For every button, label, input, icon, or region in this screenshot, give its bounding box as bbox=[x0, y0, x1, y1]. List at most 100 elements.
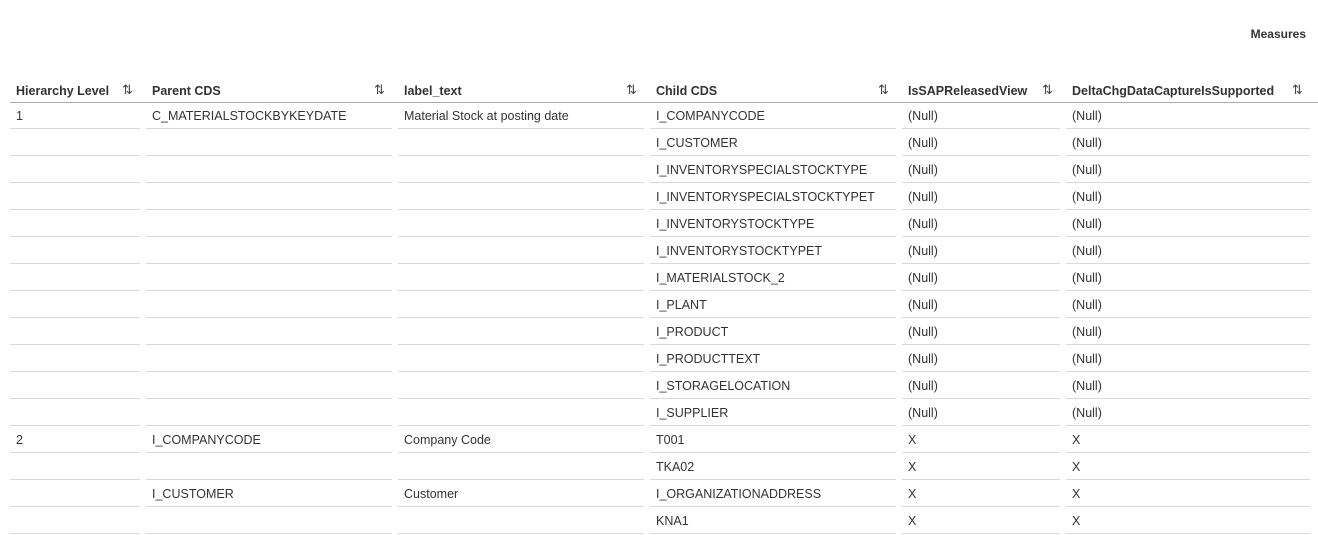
is-sap-released-view-cell: (Null) bbox=[902, 184, 1060, 210]
child-cds-cell: I_INVENTORYSPECIALSTOCKTYPE bbox=[650, 157, 896, 183]
child-cds-cell: I_STORAGELOCATION bbox=[650, 373, 896, 399]
parent-cds-cell: C_MATERIALSTOCKBYKEYDATE bbox=[146, 103, 392, 129]
column-header-delta-chg-data-capture[interactable]: DeltaChgDataCaptureIsSupported bbox=[1072, 84, 1274, 98]
sort-icon[interactable]: ⇅ bbox=[878, 82, 889, 98]
child-cds-cell: I_INVENTORYSPECIALSTOCKTYPET bbox=[650, 184, 896, 210]
is-sap-released-view-cell: (Null) bbox=[902, 265, 1060, 291]
table-row: I_INVENTORYSPECIALSTOCKTYPE (Null) (Null) bbox=[10, 157, 1318, 184]
hierarchy-level-cell: 1 bbox=[10, 103, 140, 129]
table-row: 1 C_MATERIALSTOCKBYKEYDATE Material Stock … bbox=[10, 103, 1318, 130]
label-text-cell: Customer bbox=[398, 481, 644, 507]
delta-chg-data-capture-cell: (Null) bbox=[1066, 238, 1310, 264]
column-header-label-text[interactable]: label_text bbox=[404, 84, 462, 98]
label-text-cell bbox=[398, 292, 644, 318]
parent-cds-cell bbox=[146, 130, 392, 156]
label-text-cell: Company Code bbox=[398, 427, 644, 453]
delta-chg-data-capture-cell: (Null) bbox=[1066, 373, 1310, 399]
label-text-cell bbox=[398, 130, 644, 156]
table-row: I_INVENTORYSTOCKTYPET (Null) (Null) bbox=[10, 238, 1318, 265]
hierarchy-level-cell bbox=[10, 454, 140, 480]
data-table: Hierarchy Level ⇅ Parent CDS ⇅ label_tex… bbox=[10, 80, 1318, 535]
parent-cds-cell bbox=[146, 346, 392, 372]
sort-icon[interactable]: ⇅ bbox=[1042, 82, 1053, 98]
column-header-is-sap-released-view[interactable]: IsSAPReleasedView bbox=[908, 84, 1027, 98]
table-row: KNA1 X X bbox=[10, 508, 1318, 535]
delta-chg-data-capture-cell: (Null) bbox=[1066, 292, 1310, 318]
hierarchy-level-cell: 2 bbox=[10, 427, 140, 453]
parent-cds-cell bbox=[146, 211, 392, 237]
is-sap-released-view-cell: (Null) bbox=[902, 346, 1060, 372]
table-row: I_CUSTOMER (Null) (Null) bbox=[10, 130, 1318, 157]
parent-cds-cell: I_CUSTOMER bbox=[146, 481, 392, 507]
is-sap-released-view-cell: (Null) bbox=[902, 157, 1060, 183]
parent-cds-cell bbox=[146, 292, 392, 318]
hierarchy-level-cell bbox=[10, 346, 140, 372]
table-header: Hierarchy Level ⇅ Parent CDS ⇅ label_tex… bbox=[10, 80, 1318, 103]
sort-icon[interactable]: ⇅ bbox=[374, 82, 385, 98]
column-header-parent-cds[interactable]: Parent CDS bbox=[152, 84, 221, 98]
delta-chg-data-capture-cell: (Null) bbox=[1066, 319, 1310, 345]
sort-icon[interactable]: ⇅ bbox=[1292, 82, 1303, 98]
is-sap-released-view-cell: (Null) bbox=[902, 400, 1060, 426]
table-row: I_INVENTORYSTOCKTYPE (Null) (Null) bbox=[10, 211, 1318, 238]
label-text-cell bbox=[398, 508, 644, 534]
is-sap-released-view-cell: (Null) bbox=[902, 211, 1060, 237]
column-header-child-cds[interactable]: Child CDS bbox=[656, 84, 717, 98]
child-cds-cell: I_COMPANYCODE bbox=[650, 103, 896, 129]
delta-chg-data-capture-cell: (Null) bbox=[1066, 184, 1310, 210]
hierarchy-level-cell bbox=[10, 211, 140, 237]
table-row: I_PRODUCT (Null) (Null) bbox=[10, 319, 1318, 346]
sort-icon[interactable]: ⇅ bbox=[122, 82, 133, 98]
label-text-cell bbox=[398, 157, 644, 183]
parent-cds-cell bbox=[146, 265, 392, 291]
is-sap-released-view-cell: (Null) bbox=[902, 238, 1060, 264]
table-body: 1 C_MATERIALSTOCKBYKEYDATE Material Stock … bbox=[10, 103, 1318, 535]
is-sap-released-view-cell: X bbox=[902, 481, 1060, 507]
child-cds-cell: I_INVENTORYSTOCKTYPE bbox=[650, 211, 896, 237]
label-text-cell: Material Stock at posting date bbox=[398, 103, 644, 129]
child-cds-cell: KNA1 bbox=[650, 508, 896, 534]
hierarchy-level-cell bbox=[10, 481, 140, 507]
child-cds-cell: TKA02 bbox=[650, 454, 896, 480]
delta-chg-data-capture-cell: X bbox=[1066, 454, 1310, 480]
child-cds-cell: I_PLANT bbox=[650, 292, 896, 318]
delta-chg-data-capture-cell: X bbox=[1066, 427, 1310, 453]
delta-chg-data-capture-cell: (Null) bbox=[1066, 130, 1310, 156]
parent-cds-cell: I_COMPANYCODE bbox=[146, 427, 392, 453]
parent-cds-cell bbox=[146, 400, 392, 426]
is-sap-released-view-cell: (Null) bbox=[902, 319, 1060, 345]
delta-chg-data-capture-cell: (Null) bbox=[1066, 211, 1310, 237]
parent-cds-cell bbox=[146, 319, 392, 345]
hierarchy-level-cell bbox=[10, 508, 140, 534]
table-row: I_INVENTORYSPECIALSTOCKTYPET (Null) (Null) bbox=[10, 184, 1318, 211]
hierarchy-level-cell bbox=[10, 400, 140, 426]
sort-icon[interactable]: ⇅ bbox=[626, 82, 637, 98]
delta-chg-data-capture-cell: X bbox=[1066, 481, 1310, 507]
hierarchy-level-cell bbox=[10, 292, 140, 318]
delta-chg-data-capture-cell: (Null) bbox=[1066, 265, 1310, 291]
table-row: I_SUPPLIER (Null) (Null) bbox=[10, 400, 1318, 427]
hierarchy-level-cell bbox=[10, 265, 140, 291]
label-text-cell bbox=[398, 184, 644, 210]
column-header-hierarchy-level[interactable]: Hierarchy Level bbox=[16, 84, 109, 98]
label-text-cell bbox=[398, 211, 644, 237]
is-sap-released-view-cell: (Null) bbox=[902, 103, 1060, 129]
table-row: I_PRODUCTTEXT (Null) (Null) bbox=[10, 346, 1318, 373]
child-cds-cell: T001 bbox=[650, 427, 896, 453]
delta-chg-data-capture-cell: (Null) bbox=[1066, 400, 1310, 426]
table-row: I_PLANT (Null) (Null) bbox=[10, 292, 1318, 319]
is-sap-released-view-cell: X bbox=[902, 508, 1060, 534]
is-sap-released-view-cell: X bbox=[902, 454, 1060, 480]
parent-cds-cell bbox=[146, 184, 392, 210]
label-text-cell bbox=[398, 238, 644, 264]
hierarchy-level-cell bbox=[10, 238, 140, 264]
delta-chg-data-capture-cell: (Null) bbox=[1066, 157, 1310, 183]
label-text-cell bbox=[398, 265, 644, 291]
child-cds-cell: I_INVENTORYSTOCKTYPET bbox=[650, 238, 896, 264]
label-text-cell bbox=[398, 319, 644, 345]
is-sap-released-view-cell: (Null) bbox=[902, 292, 1060, 318]
child-cds-cell: I_PRODUCTTEXT bbox=[650, 346, 896, 372]
label-text-cell bbox=[398, 346, 644, 372]
hierarchy-level-cell bbox=[10, 373, 140, 399]
table-row: I_CUSTOMER Customer I_ORGANIZATIONADDRESS X… bbox=[10, 481, 1318, 508]
